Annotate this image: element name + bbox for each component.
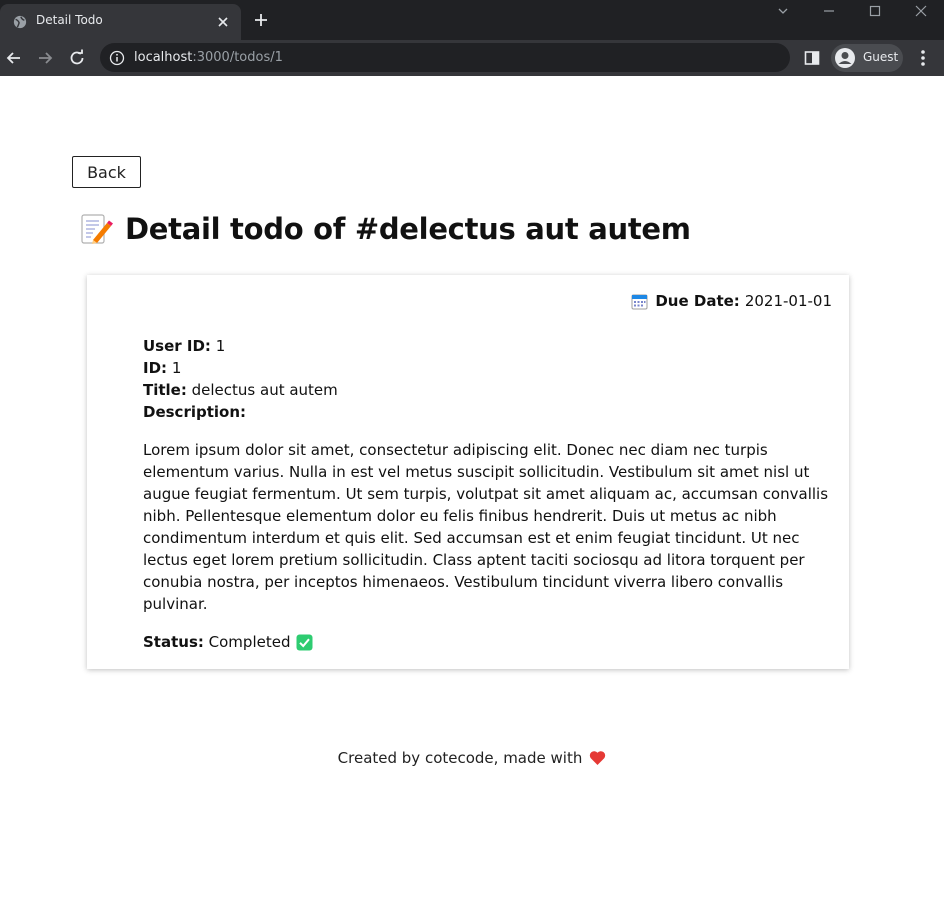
id-value: 1 xyxy=(171,359,182,377)
url-path: :3000/todos/1 xyxy=(192,50,283,65)
profile-button[interactable]: Guest xyxy=(831,44,903,72)
back-button[interactable]: Back xyxy=(72,156,141,188)
chevron-down-icon[interactable] xyxy=(776,4,790,18)
check-mark-icon xyxy=(296,634,313,650)
window-close-icon[interactable] xyxy=(914,4,928,18)
footer-text: Created by cotecode, made with xyxy=(337,749,583,767)
calendar-icon xyxy=(631,294,648,309)
status-label: Status: xyxy=(143,633,204,651)
status-field: Status: Completed xyxy=(143,631,313,653)
close-icon[interactable] xyxy=(214,13,232,31)
browser-toolbar: localhost:3000/todos/1 Guest xyxy=(0,40,944,76)
info-icon[interactable] xyxy=(109,50,125,66)
footer: Created by cotecode, made with xyxy=(0,749,944,767)
forward-arrow-icon[interactable] xyxy=(35,48,55,68)
status-value: Completed xyxy=(208,633,291,651)
user-id-label: User ID: xyxy=(143,337,211,355)
tab-title: Detail Todo xyxy=(36,13,103,27)
url-text: localhost:3000/todos/1 xyxy=(134,50,283,65)
page-title: Detail todo of #delectus aut autem xyxy=(79,212,691,246)
title-label: Title: xyxy=(143,381,187,399)
description-label: Description: xyxy=(143,403,247,421)
more-menu-icon[interactable] xyxy=(914,48,932,68)
description-text: Lorem ipsum dolor sit amet, consectetur … xyxy=(143,441,829,613)
reload-icon[interactable] xyxy=(67,48,87,68)
id-label: ID: xyxy=(143,359,168,377)
user-id-field: User ID: 1 xyxy=(143,335,338,357)
globe-icon xyxy=(13,15,27,29)
new-tab-icon[interactable] xyxy=(252,11,270,29)
browser-tab-bar: Detail Todo xyxy=(0,0,944,40)
title-field: Title: delectus aut autem xyxy=(143,379,338,401)
todo-card: Due Date: 2021-01-01 User ID: 1 ID: 1 Ti… xyxy=(87,275,849,669)
avatar-icon xyxy=(835,48,855,68)
todo-fields: User ID: 1 ID: 1 Title: delectus aut aut… xyxy=(143,335,338,423)
user-id-value: 1 xyxy=(215,337,226,355)
due-date: Due Date: 2021-01-01 xyxy=(631,292,832,310)
page-heading: Detail todo of #delectus aut autem xyxy=(125,212,691,246)
id-field: ID: 1 xyxy=(143,357,338,379)
title-value: delectus aut autem xyxy=(191,381,338,399)
address-bar[interactable]: localhost:3000/todos/1 xyxy=(100,43,790,72)
due-date-value: 2021-01-01 xyxy=(744,292,832,310)
side-panel-icon[interactable] xyxy=(803,49,821,67)
back-arrow-icon[interactable] xyxy=(4,48,24,68)
url-host: localhost xyxy=(134,50,193,65)
browser-tab[interactable]: Detail Todo xyxy=(0,4,241,40)
description-field: Description: xyxy=(143,401,338,423)
maximize-icon[interactable] xyxy=(868,4,882,18)
heart-icon xyxy=(590,751,606,765)
minimize-icon[interactable] xyxy=(822,4,836,18)
profile-label: Guest xyxy=(863,50,899,64)
due-date-label: Due Date: xyxy=(655,292,740,310)
memo-icon xyxy=(81,214,113,244)
